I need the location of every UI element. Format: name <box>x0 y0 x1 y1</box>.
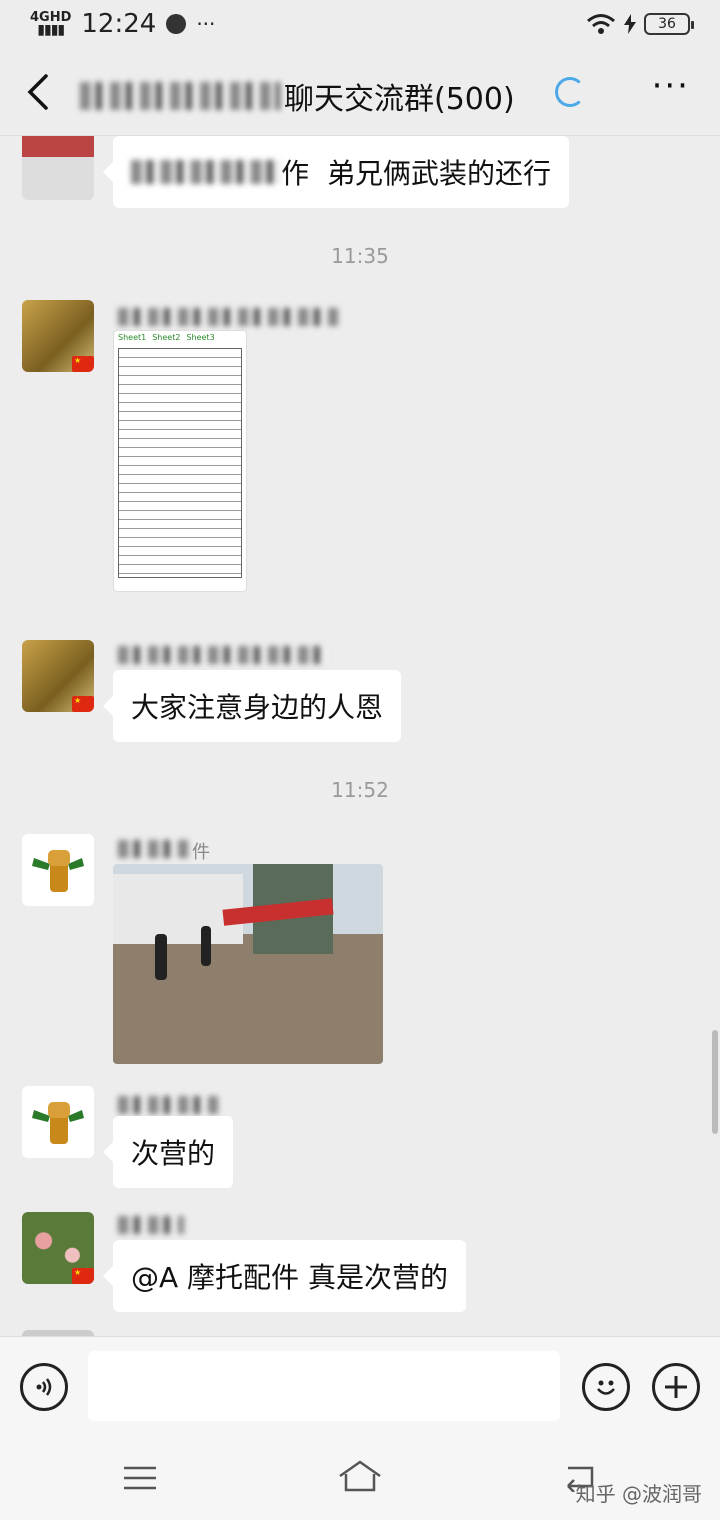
sender-name <box>118 1096 222 1118</box>
emoji-icon <box>597 1380 615 1395</box>
avatar[interactable] <box>22 640 94 712</box>
charging-icon <box>624 14 636 34</box>
more-options-icon[interactable]: ··· <box>652 69 690 103</box>
avatar[interactable] <box>22 1086 94 1158</box>
message-text: 次营的 <box>131 1137 216 1170</box>
sender-name <box>118 1216 188 1238</box>
message-text: 弟兄俩武装的还行 <box>327 157 552 190</box>
fist-wrench-icon <box>32 850 84 892</box>
fist-wrench-icon <box>32 1102 84 1144</box>
input-bar <box>0 1336 720 1436</box>
chat-header: 聊天交流群(500) ··· <box>0 48 720 136</box>
group-title-suffix: 聊天交流群(500) <box>284 82 515 117</box>
voice-button[interactable] <box>20 1363 68 1411</box>
message-bubble[interactable]: 次营的 <box>102 1116 234 1188</box>
photo-person <box>201 926 211 966</box>
flag-icon <box>72 356 94 372</box>
notification-icon <box>166 14 187 34</box>
clock: 12:24 <box>81 9 157 39</box>
message-list[interactable]: 作 弟兄俩武装的还行 11:35 Sheet1 Sheet2 Sheet3 大家… <box>0 136 720 1336</box>
more-notifications: ··· <box>196 12 216 36</box>
timestamp: 11:52 <box>331 778 389 802</box>
message-bubble[interactable]: 大家注意身边的人恩 <box>102 670 402 742</box>
watermark: 知乎 @波润哥 <box>575 1482 702 1506</box>
battery-icon: 36 <box>644 13 694 35</box>
avatar[interactable] <box>22 300 94 372</box>
message-prefix: 作 <box>281 157 310 190</box>
back-arrow-icon[interactable] <box>24 74 52 110</box>
signal-icon: 4GHD ▮▮▮▮ <box>30 10 72 38</box>
avatar[interactable] <box>22 136 94 200</box>
redacted-mention <box>131 160 281 184</box>
group-title: 聊天交流群(500) <box>80 74 515 118</box>
redacted-group-name <box>80 82 280 110</box>
spreadsheet-image[interactable]: Sheet1 Sheet2 Sheet3 <box>113 330 247 592</box>
message-text: @A 摩托配件 真是次营的 <box>131 1261 448 1294</box>
emoji-button[interactable] <box>582 1363 630 1411</box>
sender-name-suffix: 件 <box>192 842 210 863</box>
avatar[interactable] <box>22 834 94 906</box>
avatar[interactable] <box>22 1212 94 1284</box>
voice-icon <box>36 1378 52 1396</box>
loading-spinner-icon <box>555 77 585 107</box>
flag-icon <box>72 1268 94 1284</box>
photo-image[interactable] <box>113 864 383 1064</box>
photo-person <box>155 934 167 980</box>
sheet-tab: Sheet1 <box>118 333 147 342</box>
message-text: 大家注意身边的人恩 <box>131 691 384 724</box>
message-input[interactable] <box>88 1351 560 1421</box>
message-bubble[interactable]: 作 弟兄俩武装的还行 <box>102 136 570 208</box>
scrollbar[interactable] <box>712 1030 718 1134</box>
sender-name <box>118 308 342 330</box>
flag-icon <box>72 696 94 712</box>
timestamp: 11:35 <box>331 244 389 268</box>
wifi-icon <box>587 14 615 34</box>
sender-name <box>118 646 332 668</box>
sender-name: 件 <box>118 838 210 863</box>
home-icon[interactable] <box>336 1458 384 1494</box>
menu-icon[interactable] <box>122 1464 158 1492</box>
sheet-tab: Sheet3 <box>186 333 215 342</box>
add-button[interactable] <box>652 1363 700 1411</box>
plus-icon <box>665 1376 687 1398</box>
sheet-tab: Sheet2 <box>152 333 181 342</box>
status-bar: 4GHD ▮▮▮▮ 12:24 ··· 36 <box>0 0 720 48</box>
system-nav-bar: 知乎 @波润哥 <box>0 1436 720 1520</box>
spreadsheet-grid <box>118 348 242 578</box>
battery-level: 36 <box>658 16 676 32</box>
message-bubble[interactable]: @A 摩托配件 真是次营的 <box>103 1240 466 1312</box>
